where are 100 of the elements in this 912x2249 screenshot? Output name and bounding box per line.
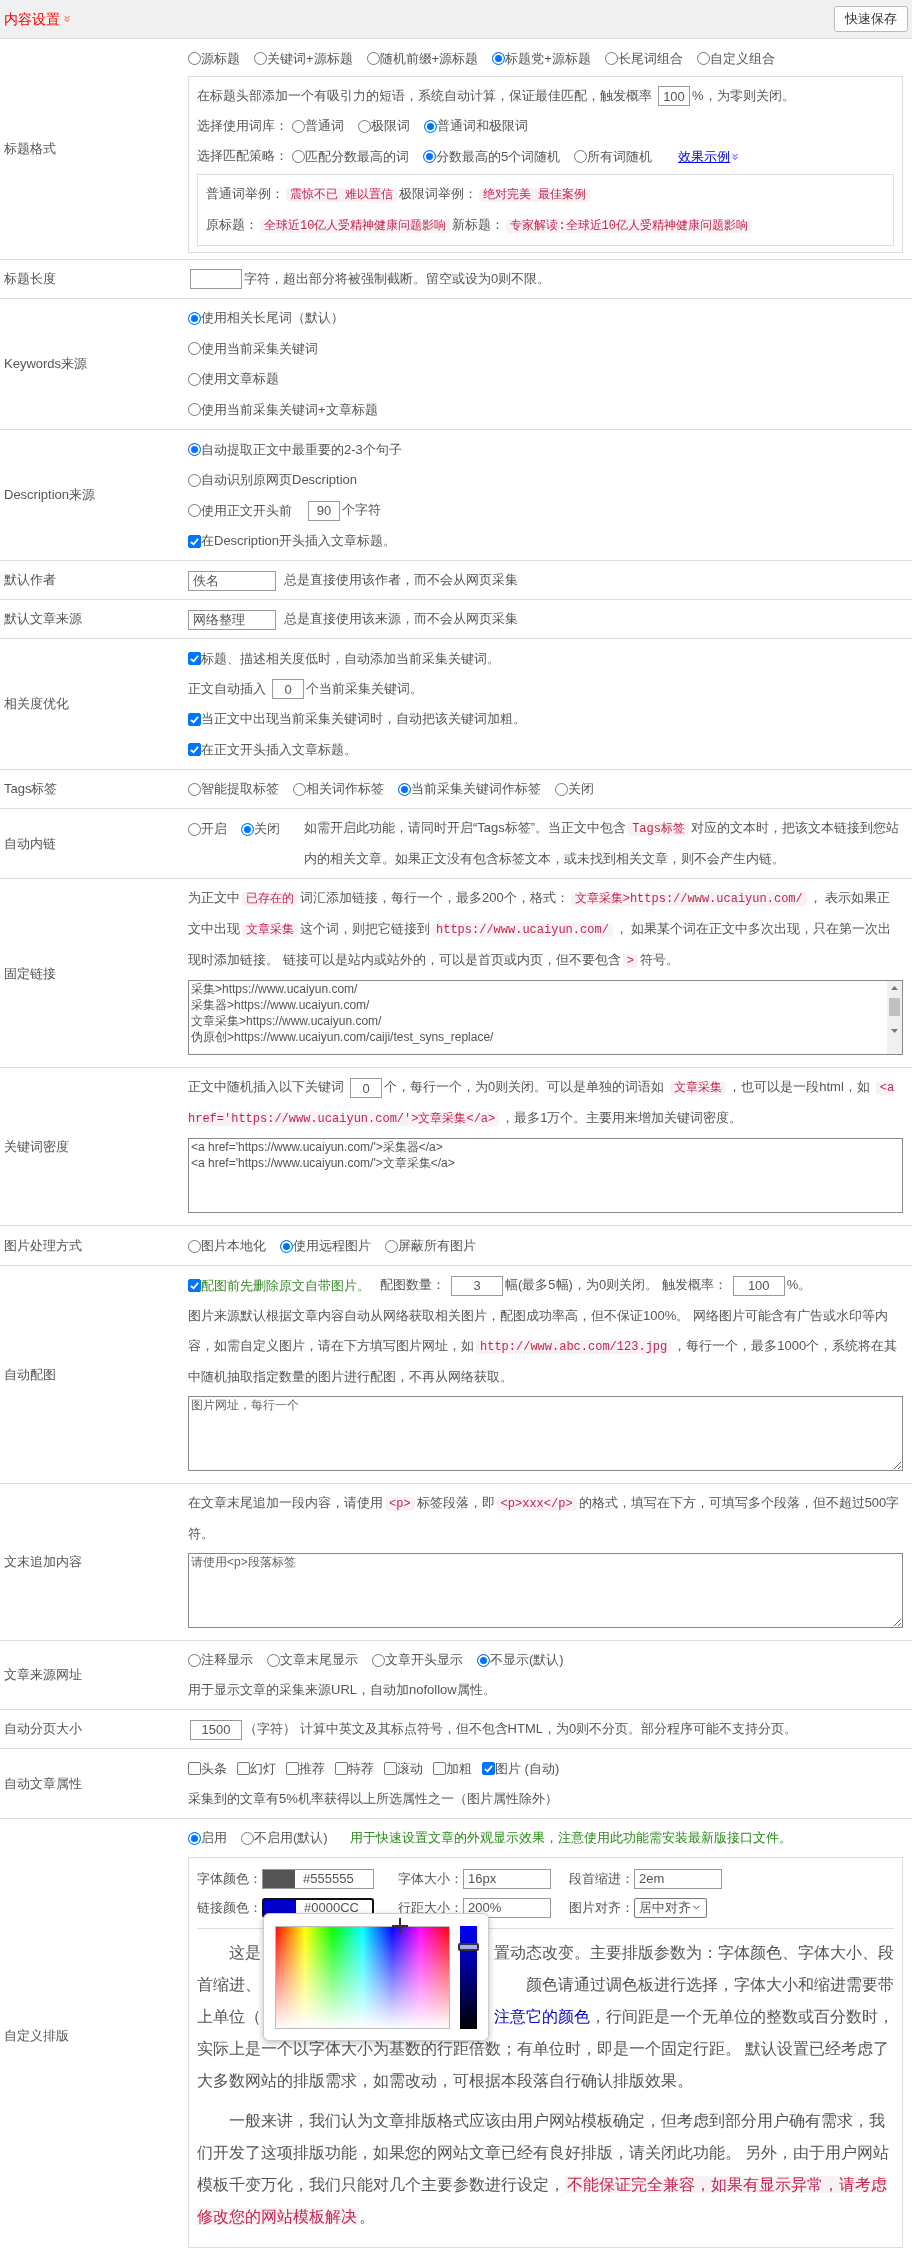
radio-button[interactable]	[188, 782, 201, 796]
checkbox-label[interactable]: 图片 (自动)	[495, 1753, 560, 1784]
textarea-field[interactable]: 采集>https://www.ucaiyun.com/ 采集器>https://www.ucaiyun.com/ 文章采集>https://www.ucaiyun.com/ 伪原创>https://www.ucaiyun.com/caiji/test_syns_replace/	[188, 980, 903, 1056]
option-label[interactable]: 分数最高的5个词随机	[436, 141, 561, 172]
align-select[interactable]: 居中对齐	[634, 1897, 707, 1918]
option-label[interactable]: 不显示(默认)	[490, 1645, 564, 1676]
option-label[interactable]: 随机前缀+源标题	[379, 43, 479, 74]
option-label[interactable]: 启用	[201, 1823, 227, 1854]
section-title[interactable]: 内容设置	[4, 8, 60, 30]
textarea-field[interactable]: <a href='https://www.ucaiyun.com/'>采集器</a> <a href='https://www.ucaiyun.com/'>文章采集</a>	[188, 1138, 903, 1214]
checkbox-label[interactable]: 在Description开头插入文章标题。	[201, 526, 397, 557]
radio-button[interactable]	[398, 782, 411, 796]
checkbox[interactable]	[433, 1762, 446, 1776]
radio-button[interactable]	[366, 52, 380, 66]
checkbox-label[interactable]: 滚动	[397, 1753, 423, 1784]
checkbox[interactable]	[482, 1762, 495, 1776]
checkbox-label[interactable]: 当正文中出现当前采集关键词时，自动把该关键词加粗。	[201, 704, 526, 735]
slider-thumb[interactable]	[458, 1942, 479, 1951]
option-label[interactable]: 使用文章标题	[201, 364, 279, 395]
radio-button[interactable]	[292, 119, 305, 133]
checkbox[interactable]	[188, 652, 201, 666]
color-gradient-area[interactable]	[275, 1926, 450, 2030]
option-label[interactable]: 标题党+源标题	[505, 43, 591, 74]
option-label[interactable]: 开启	[201, 814, 227, 844]
radio-button[interactable]	[188, 342, 201, 356]
radio-button[interactable]	[188, 52, 201, 66]
radio-button[interactable]	[696, 52, 710, 66]
checkbox[interactable]	[188, 712, 201, 726]
option-label[interactable]: 匹配分数最高的词	[305, 141, 409, 172]
number-field[interactable]: 1500	[190, 1719, 242, 1740]
radio-button[interactable]	[358, 119, 371, 133]
option-label[interactable]: 使用远程图片	[293, 1231, 371, 1261]
input-field[interactable]: 网络整理	[188, 609, 276, 630]
option-label[interactable]: 使用当前采集关键词	[201, 333, 318, 364]
number-field[interactable]: 100	[732, 1275, 785, 1296]
option-label[interactable]: 屏蔽所有图片	[398, 1231, 476, 1261]
color-field[interactable]: #555555	[262, 1868, 374, 1889]
radio-button[interactable]	[385, 1239, 398, 1253]
example-link[interactable]: 效果示例	[678, 141, 731, 172]
radio-button[interactable]	[372, 1653, 385, 1667]
number-field[interactable]: 3	[451, 1275, 503, 1296]
input-field[interactable]: 200%	[463, 1897, 551, 1918]
option-label[interactable]: 长尾词组合	[617, 43, 683, 74]
brightness-slider[interactable]	[460, 1926, 477, 2030]
number-field[interactable]	[190, 269, 242, 290]
checkbox-label[interactable]: 配图前先删除原文自带图片。	[201, 1270, 370, 1301]
option-label[interactable]: 当前采集关键词作标签	[411, 774, 541, 805]
number-field[interactable]: 0	[350, 1078, 382, 1098]
radio-button[interactable]	[477, 1653, 490, 1667]
checkbox-label[interactable]: 加粗	[446, 1753, 472, 1784]
radio-button[interactable]	[241, 1831, 254, 1845]
radio-button[interactable]	[188, 372, 201, 386]
checkbox-label[interactable]: 头条	[201, 1753, 227, 1784]
radio-button[interactable]	[574, 150, 588, 164]
number-field[interactable]: 0	[272, 679, 304, 700]
option-label[interactable]: 使用正文开头前	[201, 495, 292, 526]
option-label[interactable]: 关闭	[254, 814, 280, 844]
radio-button[interactable]	[423, 150, 436, 164]
option-label[interactable]: 自动识别原网页Description	[201, 465, 358, 496]
checkbox[interactable]	[286, 1762, 299, 1776]
option-label[interactable]: 关闭	[568, 774, 594, 805]
scrollbar[interactable]	[887, 981, 902, 1055]
input-field[interactable]: 2em	[634, 1868, 722, 1889]
number-field[interactable]: 90	[308, 500, 340, 521]
radio-button[interactable]	[424, 119, 437, 133]
option-label[interactable]: 文章末尾显示	[280, 1645, 358, 1676]
option-label[interactable]: 自动提取正文中最重要的2-3个句子	[201, 434, 402, 465]
radio-button[interactable]	[241, 822, 254, 836]
checkbox[interactable]	[188, 1279, 201, 1293]
option-label[interactable]: 关键词+源标题	[267, 43, 353, 74]
option-label[interactable]: 使用相关长尾词（默认）	[201, 303, 344, 334]
radio-button[interactable]	[188, 504, 201, 518]
option-label[interactable]: 智能提取标签	[201, 774, 279, 805]
number-field[interactable]: 100	[658, 86, 690, 107]
radio-button[interactable]	[254, 52, 267, 66]
radio-button[interactable]	[188, 1239, 201, 1253]
checkbox[interactable]	[335, 1762, 348, 1776]
option-label[interactable]: 注释显示	[201, 1645, 253, 1676]
textarea-field[interactable]: 请使用<p>段落标签	[188, 1552, 903, 1628]
option-label[interactable]: 普通词和极限词	[437, 111, 528, 142]
option-label[interactable]: 文章开头显示	[385, 1645, 463, 1676]
checkbox[interactable]	[188, 534, 201, 548]
radio-button[interactable]	[188, 443, 201, 456]
radio-button[interactable]	[188, 403, 201, 417]
radio-button[interactable]	[188, 1831, 201, 1845]
checkbox[interactable]	[188, 743, 201, 757]
textarea-field[interactable]: 图片网址，每行一个	[188, 1395, 903, 1471]
checkbox-label[interactable]: 特荐	[348, 1753, 374, 1784]
checkbox-label[interactable]: 推荐	[299, 1753, 325, 1784]
radio-button[interactable]	[188, 1653, 201, 1667]
radio-button[interactable]	[555, 782, 568, 796]
option-label[interactable]: 不启用(默认)	[254, 1823, 328, 1854]
checkbox[interactable]	[237, 1762, 250, 1776]
radio-button[interactable]	[604, 52, 618, 66]
radio-button[interactable]	[293, 782, 306, 796]
quick-save-button[interactable]: 快速保存	[834, 6, 908, 32]
option-label[interactable]: 极限词	[371, 111, 410, 142]
radio-button[interactable]	[188, 311, 201, 325]
option-label[interactable]: 使用当前采集关键词+文章标题	[201, 394, 378, 425]
checkbox-label[interactable]: 幻灯	[250, 1753, 276, 1784]
